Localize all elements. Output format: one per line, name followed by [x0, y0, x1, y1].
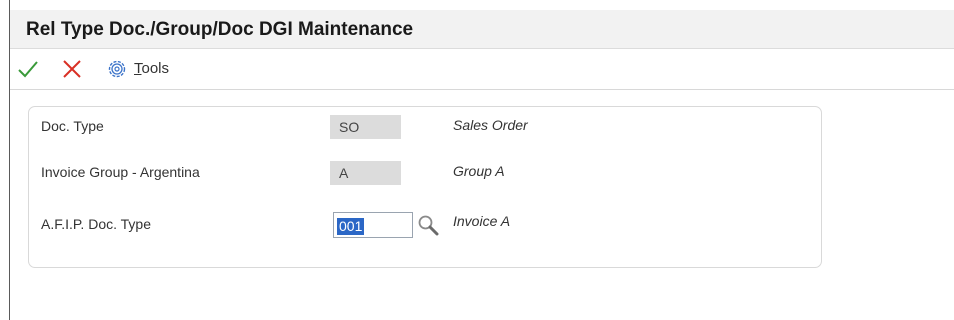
title-bar: Rel Type Doc./Group/Doc DGI Maintenance: [10, 10, 954, 49]
doc-type-field: SO: [330, 115, 401, 139]
afip-doc-type-search-button[interactable]: [417, 214, 439, 236]
cancel-button[interactable]: [61, 58, 83, 80]
toolbar: Tools: [10, 49, 954, 90]
window-left-edge: [0, 0, 10, 320]
checkmark-icon: [18, 61, 38, 78]
form-panel: Doc. Type SO Sales Order Invoice Group -…: [28, 106, 822, 268]
afip-doc-type-description: Invoice A: [453, 213, 511, 229]
tools-label: Tools: [134, 60, 170, 77]
doc-type-label: Doc. Type: [41, 118, 104, 134]
afip-doc-type-input[interactable]: 001: [333, 212, 413, 238]
gear-icon: [108, 60, 126, 78]
invoice-group-label: Invoice Group - Argentina: [41, 164, 200, 180]
afip-doc-type-label: A.F.I.P. Doc. Type: [41, 216, 151, 232]
afip-doc-type-value: 001: [337, 218, 365, 235]
doc-type-description: Sales Order: [453, 117, 528, 133]
tools-button[interactable]: Tools: [106, 58, 186, 80]
search-icon: [418, 215, 439, 236]
page-title: Rel Type Doc./Group/Doc DGI Maintenance: [26, 19, 414, 40]
ok-button[interactable]: [17, 58, 39, 80]
invoice-group-description: Group A: [453, 163, 505, 179]
close-icon: [63, 60, 81, 78]
invoice-group-field: A: [330, 161, 401, 185]
